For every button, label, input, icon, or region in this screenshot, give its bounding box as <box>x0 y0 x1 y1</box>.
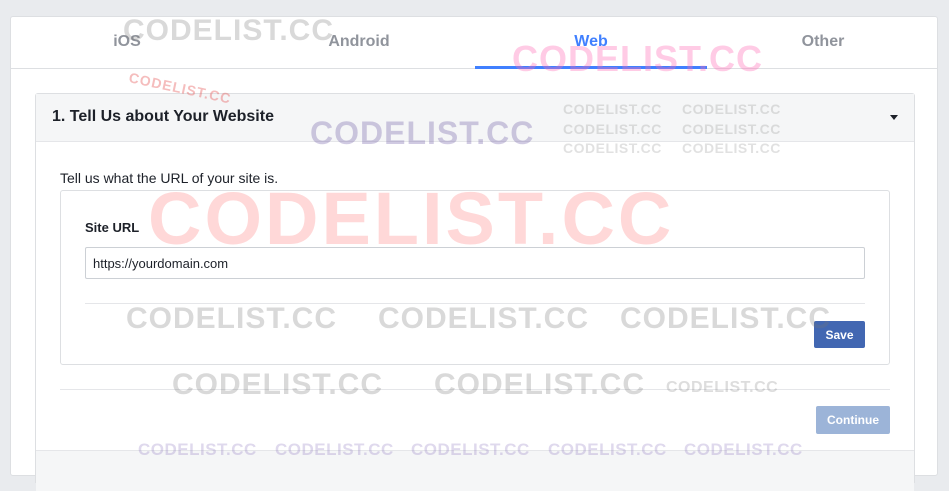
platform-tabs: iOS Android Web Other <box>11 17 937 69</box>
section-title: 1. Tell Us about Your Website <box>52 108 274 125</box>
save-button[interactable]: Save <box>814 321 865 348</box>
tab-ios[interactable]: iOS <box>11 17 243 68</box>
continue-button[interactable]: Continue <box>816 406 890 434</box>
caret-down-icon[interactable] <box>890 115 898 120</box>
next-section-header <box>36 450 914 491</box>
site-url-card: Site URL Save <box>60 190 890 365</box>
site-url-input[interactable] <box>85 247 865 279</box>
section-header[interactable]: 1. Tell Us about Your Website <box>36 94 914 142</box>
section-intro-text: Tell us what the URL of your site is. <box>60 170 279 186</box>
tab-web[interactable]: Web <box>475 17 707 69</box>
tab-other[interactable]: Other <box>707 17 939 68</box>
website-section-panel: 1. Tell Us about Your Website Tell us wh… <box>35 93 915 491</box>
platform-setup-card: iOS Android Web Other 1. Tell Us about Y… <box>10 16 938 491</box>
divider <box>60 389 890 390</box>
divider <box>85 303 865 304</box>
site-url-label: Site URL <box>85 220 140 235</box>
tab-android[interactable]: Android <box>243 17 475 68</box>
